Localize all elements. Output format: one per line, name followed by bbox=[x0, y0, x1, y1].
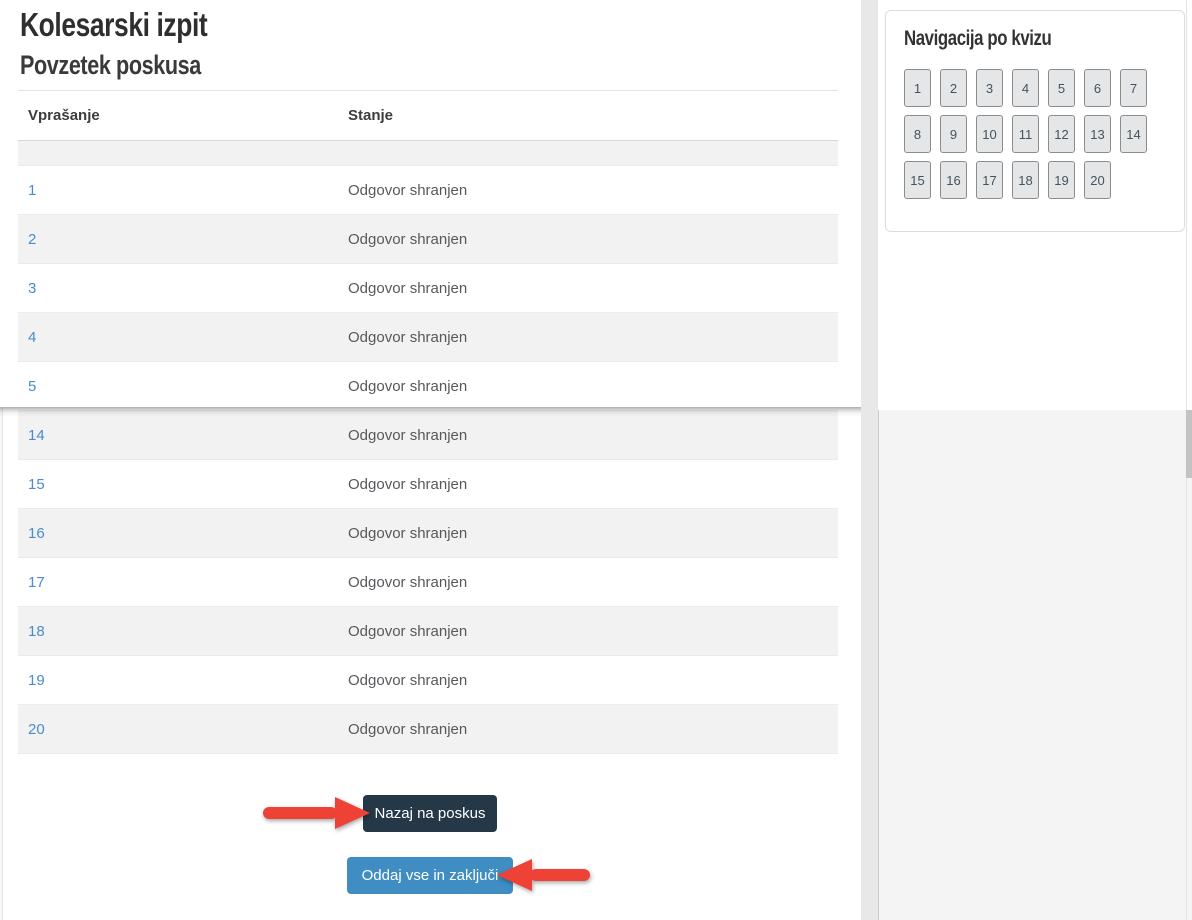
quiz-nav-question-button[interactable]: 7 bbox=[1120, 69, 1147, 107]
red-arrow-right-icon bbox=[261, 796, 371, 830]
quiz-navigation-heading: Navigacija po kvizu bbox=[904, 27, 1088, 51]
scrollbar-thumb[interactable] bbox=[1186, 410, 1192, 478]
table-row: 19Odgovor shranjen bbox=[18, 656, 838, 705]
table-row: 3Odgovor shranjen bbox=[18, 264, 838, 313]
table-row: 18Odgovor shranjen bbox=[18, 607, 838, 656]
quiz-nav-question-button[interactable]: 18 bbox=[1012, 161, 1039, 199]
question-link[interactable]: 2 bbox=[18, 231, 348, 248]
question-status: Odgovor shranjen bbox=[348, 672, 467, 689]
question-link[interactable]: 5 bbox=[18, 378, 348, 395]
empty-spacer-row bbox=[18, 141, 838, 166]
question-link[interactable]: 15 bbox=[18, 476, 348, 493]
page-title: Kolesarski izpit bbox=[20, 6, 254, 44]
summary-table-header: Vprašanje Stanje bbox=[18, 91, 838, 141]
summary-table: Vprašanje Stanje 1Odgovor shranjen2Odgov… bbox=[18, 90, 838, 754]
quiz-nav-question-button[interactable]: 1 bbox=[904, 69, 931, 107]
question-link[interactable]: 3 bbox=[18, 280, 348, 297]
question-status: Odgovor shranjen bbox=[348, 574, 467, 591]
question-status: Odgovor shranjen bbox=[348, 231, 467, 248]
table-row: 16Odgovor shranjen bbox=[18, 509, 838, 558]
quiz-nav-question-button[interactable]: 17 bbox=[976, 161, 1003, 199]
quiz-nav-question-button[interactable]: 6 bbox=[1084, 69, 1111, 107]
quiz-nav-question-button[interactable]: 15 bbox=[904, 161, 931, 199]
question-link[interactable]: 20 bbox=[18, 721, 348, 738]
quiz-nav-question-button[interactable]: 8 bbox=[904, 115, 931, 153]
table-row: 20Odgovor shranjen bbox=[18, 705, 838, 754]
lower-right-background bbox=[878, 410, 1192, 920]
question-status: Odgovor shranjen bbox=[348, 525, 467, 542]
attempt-summary-heading: Povzetek poskusa bbox=[20, 50, 246, 81]
question-link[interactable]: 4 bbox=[18, 329, 348, 346]
quiz-nav-question-button[interactable]: 5 bbox=[1048, 69, 1075, 107]
summary-rows: 1Odgovor shranjen2Odgovor shranjen3Odgov… bbox=[18, 166, 838, 754]
table-row: 5Odgovor shranjen bbox=[18, 362, 838, 411]
quiz-nav-question-button[interactable]: 19 bbox=[1048, 161, 1075, 199]
quiz-nav-question-button[interactable]: 10 bbox=[976, 115, 1003, 153]
submit-all-finish-button[interactable]: Oddaj vse in zaključi bbox=[347, 857, 513, 894]
table-row: 1Odgovor shranjen bbox=[18, 166, 838, 215]
quiz-nav-question-button[interactable]: 4 bbox=[1012, 69, 1039, 107]
question-link[interactable]: 1 bbox=[18, 182, 348, 199]
quiz-nav-question-button[interactable]: 11 bbox=[1012, 115, 1039, 153]
quiz-summary-page: Kolesarski izpit Povzetek poskusa Vpraša… bbox=[0, 0, 1192, 920]
quiz-nav-question-button[interactable]: 3 bbox=[976, 69, 1003, 107]
question-link[interactable]: 19 bbox=[18, 672, 348, 689]
quiz-nav-question-button[interactable]: 9 bbox=[940, 115, 967, 153]
quiz-nav-question-button[interactable]: 20 bbox=[1084, 161, 1111, 199]
column-header-question: Vprašanje bbox=[18, 107, 348, 124]
table-row: 2Odgovor shranjen bbox=[18, 215, 838, 264]
question-status: Odgovor shranjen bbox=[348, 721, 467, 738]
lower-content-left-border bbox=[0, 408, 3, 920]
question-status: Odgovor shranjen bbox=[348, 280, 467, 297]
table-row: 15Odgovor shranjen bbox=[18, 460, 838, 509]
quiz-navigation-panel: Navigacija po kvizu 12345678910111213141… bbox=[885, 10, 1185, 232]
quiz-nav-question-button[interactable]: 16 bbox=[940, 161, 967, 199]
question-status: Odgovor shranjen bbox=[348, 476, 467, 493]
screenshot-stitch-seam bbox=[0, 407, 861, 417]
table-row: 4Odgovor shranjen bbox=[18, 313, 838, 362]
question-status: Odgovor shranjen bbox=[348, 623, 467, 640]
table-row: 14Odgovor shranjen bbox=[18, 411, 838, 460]
column-header-status: Stanje bbox=[348, 107, 393, 124]
question-status: Odgovor shranjen bbox=[348, 427, 467, 444]
quiz-nav-question-button[interactable]: 13 bbox=[1084, 115, 1111, 153]
question-link[interactable]: 14 bbox=[18, 427, 348, 444]
main-content: Kolesarski izpit Povzetek poskusa Vpraša… bbox=[0, 0, 861, 920]
quiz-nav-question-button[interactable]: 14 bbox=[1120, 115, 1147, 153]
quiz-nav-question-button[interactable]: 12 bbox=[1048, 115, 1075, 153]
question-link[interactable]: 17 bbox=[18, 574, 348, 591]
table-row: 17Odgovor shranjen bbox=[18, 558, 838, 607]
question-link[interactable]: 16 bbox=[18, 525, 348, 542]
question-status: Odgovor shranjen bbox=[348, 329, 467, 346]
question-status: Odgovor shranjen bbox=[348, 182, 467, 199]
quiz-navigation-grid: 1234567891011121314151617181920 bbox=[904, 69, 1156, 199]
question-link[interactable]: 18 bbox=[18, 623, 348, 640]
back-to-attempt-button[interactable]: Nazaj na poskus bbox=[363, 795, 497, 832]
content-sidebar-divider bbox=[861, 0, 878, 920]
red-arrow-left-icon bbox=[496, 858, 592, 892]
quiz-nav-question-button[interactable]: 2 bbox=[940, 69, 967, 107]
question-status: Odgovor shranjen bbox=[348, 378, 467, 395]
